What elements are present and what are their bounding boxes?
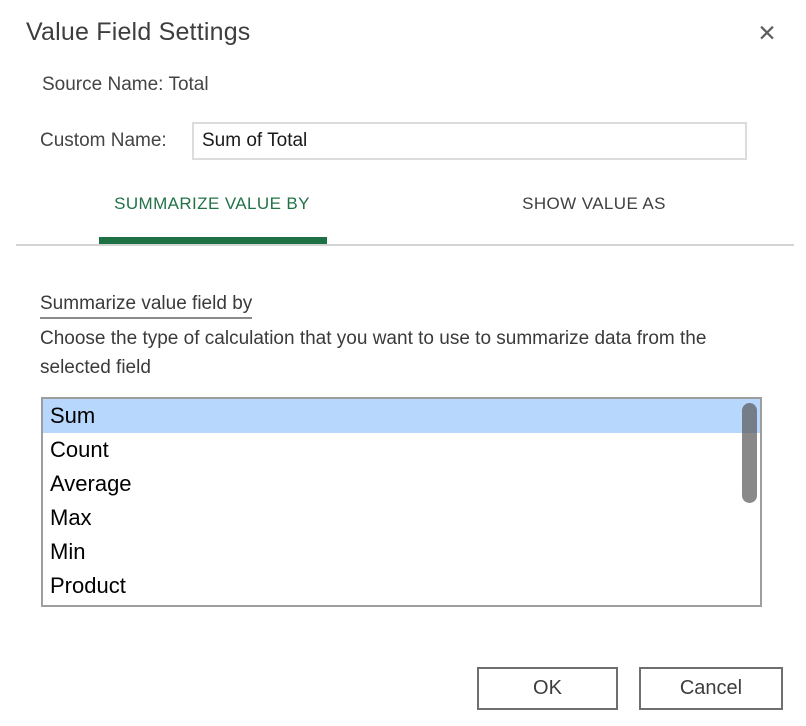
custom-name-input[interactable] <box>192 122 747 160</box>
page-title: Value Field Settings <box>26 18 251 47</box>
section-heading: Summarize value field by <box>40 293 252 319</box>
tab-summarize-value-by[interactable]: SUMMARIZE VALUE BY <box>90 194 334 214</box>
tabs-divider <box>16 244 794 246</box>
custom-name-label: Custom Name: <box>40 130 167 152</box>
ok-button[interactable]: OK <box>477 667 618 710</box>
list-item[interactable]: Sum <box>43 399 760 433</box>
list-item[interactable]: Max <box>43 501 760 535</box>
list-item[interactable]: Count <box>43 433 760 467</box>
list-item[interactable]: Product <box>43 569 760 603</box>
source-name-value: Total <box>168 74 208 95</box>
source-name-row: Source Name:Total <box>42 74 209 96</box>
close-button[interactable]: ✕ <box>750 16 784 50</box>
listbox-scrollbar-thumb[interactable] <box>742 403 757 503</box>
list-item[interactable]: Min <box>43 535 760 569</box>
list-item[interactable]: Average <box>43 467 760 501</box>
cancel-button[interactable]: Cancel <box>639 667 783 710</box>
close-icon: ✕ <box>757 22 776 45</box>
value-field-settings-dialog: Value Field Settings ✕ Source Name:Total… <box>0 0 806 726</box>
source-name-label: Source Name: <box>42 74 163 95</box>
tab-show-value-as[interactable]: SHOW VALUE AS <box>474 194 714 214</box>
section-description: Choose the type of calculation that you … <box>40 324 740 382</box>
summarize-function-listbox[interactable]: Sum Count Average Max Min Product <box>41 397 762 607</box>
